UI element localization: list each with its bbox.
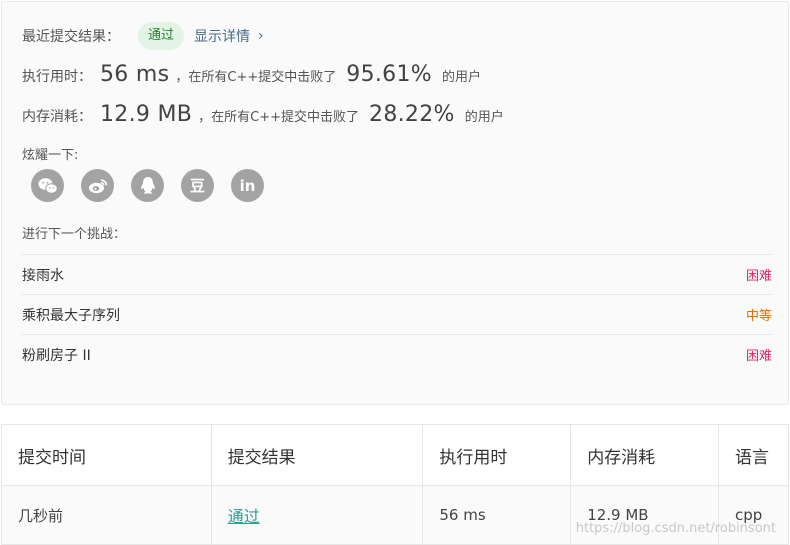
runtime-row: 执行用时： 56 ms ，在所有C++提交中击败了 95.61% 的用户 xyxy=(22,62,481,96)
memory-percent: 28.22% xyxy=(369,102,455,127)
memory-value: 12.9 MB xyxy=(100,102,193,127)
cell-status-link[interactable]: 通过 xyxy=(210,485,424,545)
chevron-right-icon: › xyxy=(258,28,264,44)
share-label: 炫耀一下: xyxy=(22,148,79,163)
status-badge: 通过 xyxy=(138,22,185,50)
table-header-row: 提交时间 提交结果 执行用时 内存消耗 语言 xyxy=(1,424,789,486)
list-item[interactable]: 粉刷房子 II 困难 xyxy=(22,334,772,374)
difficulty-label: 中等 xyxy=(745,309,772,324)
header-memory: 内存消耗 xyxy=(570,424,720,486)
memory-middle-text: ，在所有C++提交中击败了 xyxy=(198,110,360,125)
status-row: 最近提交结果： 通过 显示详情 › xyxy=(22,22,264,50)
runtime-label: 执行用时： xyxy=(22,69,92,85)
show-details-label: 显示详情 xyxy=(194,29,251,45)
difficulty-label: 困难 xyxy=(745,349,772,364)
runtime-percent: 95.61% xyxy=(346,62,432,87)
cell-runtime: 56 ms xyxy=(422,485,572,545)
weibo-icon[interactable] xyxy=(81,169,114,202)
header-submit-result: 提交结果 xyxy=(210,424,424,486)
problem-name: 乘积最大子序列 xyxy=(22,307,120,324)
linkedin-icon[interactable]: in xyxy=(231,169,264,202)
next-problem-list: 接雨水 困难 乘积最大子序列 中等 粉刷房子 II 困难 xyxy=(22,254,772,374)
qq-icon[interactable] xyxy=(131,169,164,202)
share-icons: 豆 in xyxy=(31,169,281,202)
show-details-link[interactable]: 显示详情 › xyxy=(194,26,264,46)
wechat-icon[interactable] xyxy=(31,169,64,202)
list-item[interactable]: 接雨水 困难 xyxy=(22,254,772,294)
header-runtime: 执行用时 xyxy=(422,424,572,486)
runtime-middle-text: ，在所有C++提交中击败了 xyxy=(175,70,337,85)
status-label: 最近提交结果： xyxy=(22,29,120,45)
memory-row: 内存消耗： 12.9 MB ，在所有C++提交中击败了 28.22% 的用户 xyxy=(22,102,504,136)
submission-result-card: 最近提交结果： 通过 显示详情 › 执行用时： 56 ms ，在所有C++提交中… xyxy=(1,1,789,405)
next-challenge-label: 进行下一个挑战： xyxy=(22,227,127,242)
memory-label: 内存消耗： xyxy=(22,109,92,125)
header-submit-time: 提交时间 xyxy=(1,424,212,486)
problem-name: 粉刷房子 II xyxy=(22,347,91,364)
header-language: 语言 xyxy=(718,424,789,486)
watermark: https://blog.csdn.net/robinsont xyxy=(575,521,776,536)
runtime-suffix: 的用户 xyxy=(441,70,481,85)
list-item[interactable]: 乘积最大子序列 中等 xyxy=(22,294,772,334)
difficulty-label: 困难 xyxy=(745,269,772,284)
cell-time: 几秒前 xyxy=(1,485,212,545)
memory-suffix: 的用户 xyxy=(464,110,504,125)
douban-icon[interactable]: 豆 xyxy=(181,169,214,202)
runtime-value: 56 ms xyxy=(100,62,170,87)
problem-name: 接雨水 xyxy=(22,267,64,284)
